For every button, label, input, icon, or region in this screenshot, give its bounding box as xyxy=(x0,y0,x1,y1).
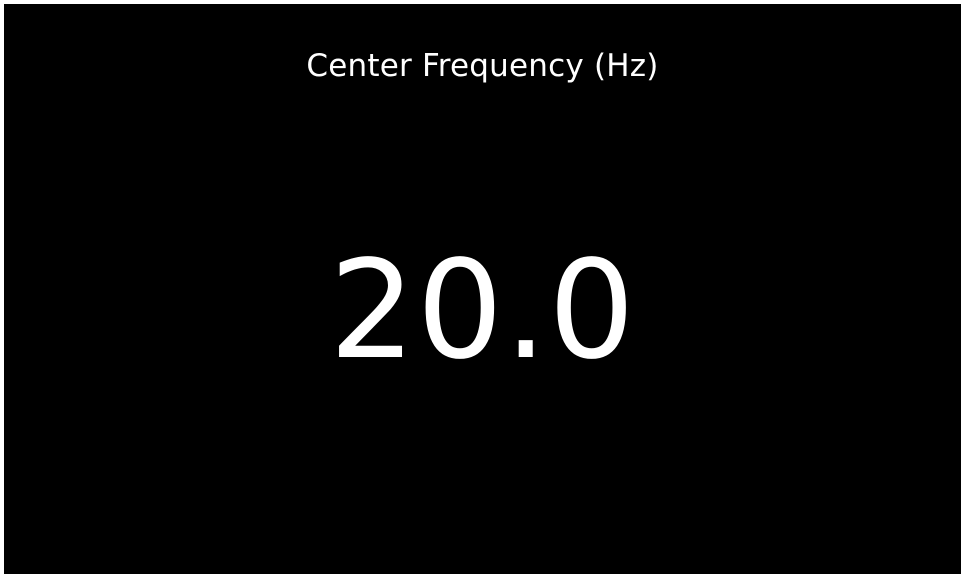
parameter-label: Center Frequency (Hz) xyxy=(306,48,659,84)
parameter-display-panel: Center Frequency (Hz) 20.0 xyxy=(4,4,961,574)
parameter-value: 20.0 xyxy=(329,232,636,390)
